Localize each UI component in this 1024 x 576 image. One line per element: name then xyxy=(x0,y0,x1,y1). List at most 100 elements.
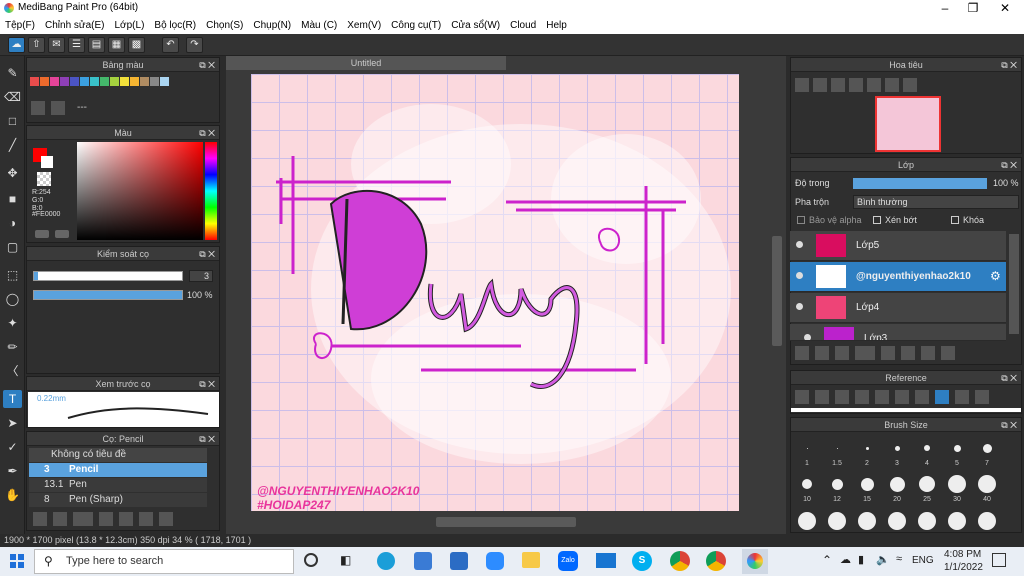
brush-size-option[interactable]: 3 xyxy=(885,438,909,470)
swatch[interactable] xyxy=(90,77,99,86)
move-tool-icon[interactable]: ✥ xyxy=(3,164,22,182)
select-tool-icon[interactable]: ⬚ xyxy=(3,266,22,284)
menu-select[interactable]: Chọn(S) xyxy=(201,20,248,31)
page-icon[interactable]: ☰ xyxy=(68,37,85,53)
rectangle-tool-icon[interactable]: □ xyxy=(3,112,22,130)
file-explorer-icon[interactable] xyxy=(522,552,540,568)
brush-size-option[interactable]: 20 xyxy=(885,474,909,506)
gradient-tool-icon[interactable]: ▢ xyxy=(3,238,22,256)
brush-size-option[interactable]: 1 xyxy=(795,438,819,470)
reference-zoom-in-icon[interactable] xyxy=(855,390,869,404)
brush-size-row-large[interactable] xyxy=(795,512,1015,530)
app-icon[interactable] xyxy=(414,552,432,570)
hand-tool-icon[interactable]: ✋ xyxy=(3,486,22,504)
reference-flip-icon[interactable] xyxy=(975,390,989,404)
brush-item-pen-sharp[interactable]: 8 Pen (Sharp) xyxy=(29,493,207,507)
secondary-color[interactable] xyxy=(41,156,53,168)
chrome-profile-icon[interactable] xyxy=(706,551,726,571)
edge-icon[interactable] xyxy=(377,552,395,570)
layer-scrollbar[interactable] xyxy=(1009,234,1019,334)
brush-size-option[interactable]: 4 xyxy=(915,438,939,470)
panel-close-icon[interactable]: ⧉ ✕ xyxy=(199,126,215,140)
protect-alpha-checkbox[interactable] xyxy=(797,216,805,224)
maximize-button[interactable]: ❐ xyxy=(958,0,988,17)
folder-icon[interactable] xyxy=(119,512,133,526)
swatch[interactable] xyxy=(160,77,169,86)
clock-date[interactable]: 1/1/2022 xyxy=(944,562,983,573)
layer-item-selected[interactable]: @nguyenthiyenhao2k10 ⚙ xyxy=(790,262,1006,292)
cortana-icon[interactable] xyxy=(304,553,318,567)
swatch[interactable] xyxy=(100,77,109,86)
brush-opacity-slider[interactable] xyxy=(33,290,183,300)
layer-item[interactable]: Lớp5 xyxy=(790,231,1006,261)
swatch[interactable] xyxy=(70,77,79,86)
wifi-icon[interactable]: ≈ xyxy=(896,553,902,565)
menu-view[interactable]: Xem(V) xyxy=(342,20,386,31)
brush-item-pencil[interactable]: 3 Pencil xyxy=(29,463,207,477)
eye-icon[interactable] xyxy=(796,241,803,248)
reference-hand-icon[interactable] xyxy=(935,390,949,404)
rotate-left-icon[interactable] xyxy=(849,78,863,92)
new-page-icon[interactable] xyxy=(31,101,45,115)
trash-icon[interactable] xyxy=(51,101,65,115)
layer-copy-icon[interactable] xyxy=(835,346,849,360)
canvas-tab[interactable]: Untitled xyxy=(226,56,506,70)
menu-cloud[interactable]: Cloud xyxy=(505,20,541,31)
menu-filter[interactable]: Bộ lọc(R) xyxy=(149,20,201,31)
menu-file[interactable]: Tệp(F) xyxy=(0,20,40,31)
operation-tool-icon[interactable]: ➤ xyxy=(3,414,22,432)
menu-window[interactable]: Cửa sổ(W) xyxy=(446,20,505,31)
swatch[interactable] xyxy=(130,77,139,86)
clip-checkbox[interactable] xyxy=(873,216,881,224)
hue-slider[interactable] xyxy=(205,142,217,240)
panel-close-icon[interactable]: ⧉ ✕ xyxy=(1001,371,1017,385)
layer-item[interactable]: Lớp3 xyxy=(790,324,1006,341)
brush-size-option[interactable]: 5 xyxy=(945,438,969,470)
zoom-out-icon[interactable] xyxy=(831,78,845,92)
reference-eyedropper-icon[interactable] xyxy=(915,390,929,404)
reference-cloud-icon[interactable] xyxy=(795,390,809,404)
add-brush-icon[interactable] xyxy=(33,512,47,526)
undo-icon[interactable]: ↶ xyxy=(162,37,179,53)
brush-size-slider[interactable] xyxy=(33,271,183,281)
flip-icon[interactable] xyxy=(903,78,917,92)
menu-help[interactable]: Help xyxy=(541,20,572,31)
brush-menu-icon[interactable] xyxy=(73,512,93,526)
brush-size-option[interactable]: 15 xyxy=(855,474,879,506)
zoom-in-icon[interactable] xyxy=(795,78,809,92)
brush-size-option[interactable]: 2 xyxy=(855,438,879,470)
text-tool-icon[interactable]: T xyxy=(3,390,22,408)
swatch[interactable] xyxy=(40,77,49,86)
lasso-tool-icon[interactable]: ◯ xyxy=(3,290,22,308)
brush-group[interactable]: Không có tiêu đề xyxy=(29,448,207,462)
color-swap-button[interactable] xyxy=(55,230,69,238)
eye-icon[interactable] xyxy=(796,272,803,279)
brush-size-option[interactable]: 30 xyxy=(945,474,969,506)
color-picker-square[interactable] xyxy=(77,142,203,240)
eye-icon[interactable] xyxy=(804,334,811,340)
swatch[interactable] xyxy=(30,77,39,86)
layer-settings-icon[interactable] xyxy=(921,346,935,360)
panel-close-icon[interactable]: ⧉ ✕ xyxy=(199,247,215,261)
windows-start-icon[interactable] xyxy=(10,554,24,568)
menu-layer[interactable]: Lớp(L) xyxy=(110,20,150,31)
reset-view-icon[interactable] xyxy=(867,78,881,92)
close-button[interactable]: ✕ xyxy=(990,0,1020,17)
brush-size-option[interactable]: 25 xyxy=(915,474,939,506)
medibang-taskbar-button[interactable] xyxy=(742,549,768,574)
chrome-icon[interactable] xyxy=(670,551,690,571)
task-view-icon[interactable]: ◧ xyxy=(340,553,351,567)
clock-time[interactable]: 4:08 PM xyxy=(944,549,981,560)
swatch[interactable] xyxy=(60,77,69,86)
eyedropper-tool-icon[interactable]: ✓ xyxy=(3,438,22,456)
horizontal-scrollbar[interactable] xyxy=(436,517,576,527)
select-pen-icon[interactable]: ✏ xyxy=(3,338,22,356)
duplicate-layer-icon[interactable] xyxy=(815,346,829,360)
navigator-thumbnail[interactable] xyxy=(875,96,941,152)
chevron-up-icon[interactable]: ⌃ xyxy=(822,553,832,567)
panel-close-icon[interactable]: ⧉ ✕ xyxy=(199,377,215,391)
brush-size-option[interactable]: 40 xyxy=(975,474,999,506)
reference-zoom-out-icon[interactable] xyxy=(895,390,909,404)
cloud-icon[interactable]: ☁ xyxy=(8,37,25,53)
skype-icon[interactable]: S xyxy=(632,551,652,571)
